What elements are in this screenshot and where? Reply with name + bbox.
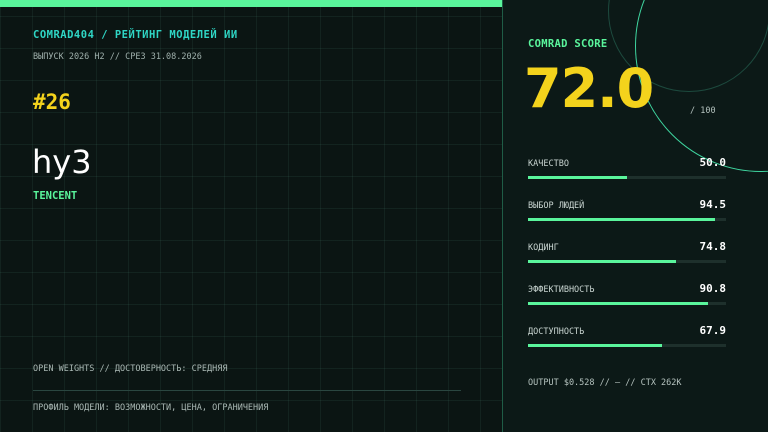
metric-value: 94.5 bbox=[699, 198, 727, 211]
metric-value: 67.9 bbox=[699, 324, 727, 337]
metric-track bbox=[528, 218, 726, 221]
divider-line bbox=[33, 390, 461, 391]
metric-fill bbox=[528, 260, 677, 263]
metric-name: ДОСТУПНОСТЬ bbox=[528, 327, 585, 337]
metric-track bbox=[528, 260, 726, 263]
score-max: / 100 bbox=[690, 106, 716, 116]
vendor-name: TENCENT bbox=[33, 190, 78, 202]
metric-value: 90.8 bbox=[699, 282, 727, 295]
model-name: hy3 bbox=[32, 143, 92, 181]
accent-top-bar bbox=[0, 0, 502, 7]
model-card-left-panel: COMRAD404 / РЕЙТИНГ МОДЕЛЕЙ ИИ ВЫПУСК 20… bbox=[0, 0, 502, 432]
metric-name: КАЧЕСТВО bbox=[528, 159, 569, 169]
issue-subtitle: ВЫПУСК 2026 H2 // СРЕЗ 31.08.2026 bbox=[33, 52, 202, 62]
pricing-footer: OUTPUT $0.528 // — // CTX 262K bbox=[528, 378, 682, 388]
metric-fill bbox=[528, 176, 627, 179]
score-label: COMRAD SCORE bbox=[528, 38, 608, 50]
metric-track bbox=[528, 302, 726, 305]
metric-value: 74.8 bbox=[699, 240, 727, 253]
metric-name: ВЫБОР ЛЮДЕЙ bbox=[528, 201, 585, 211]
metric-track bbox=[528, 176, 726, 179]
score-value: 72.0 bbox=[524, 57, 654, 120]
metric-fill bbox=[528, 344, 663, 347]
rank-number: #26 bbox=[33, 90, 71, 114]
model-tags: OPEN WEIGHTS // ДОСТОВЕРНОСТЬ: СРЕДНЯЯ bbox=[33, 364, 228, 374]
metric-name: ЭФФЕКТИВНОСТЬ bbox=[528, 285, 595, 295]
brand-title: COMRAD404 / РЕЙТИНГ МОДЕЛЕЙ ИИ bbox=[33, 29, 238, 41]
metric-name: КОДИНГ bbox=[528, 243, 559, 253]
decorative-ring-outer bbox=[635, 0, 768, 172]
metric-track bbox=[528, 344, 726, 347]
metric-fill bbox=[528, 302, 708, 305]
model-profile: ПРОФИЛЬ МОДЕЛИ: ВОЗМОЖНОСТИ, ЦЕНА, ОГРАН… bbox=[33, 403, 269, 413]
score-panel: COMRAD SCORE 72.0 / 100 КАЧЕСТВО 50.0 ВЫ… bbox=[503, 0, 768, 432]
metric-fill bbox=[528, 218, 716, 221]
metric-value: 50.0 bbox=[699, 156, 727, 169]
